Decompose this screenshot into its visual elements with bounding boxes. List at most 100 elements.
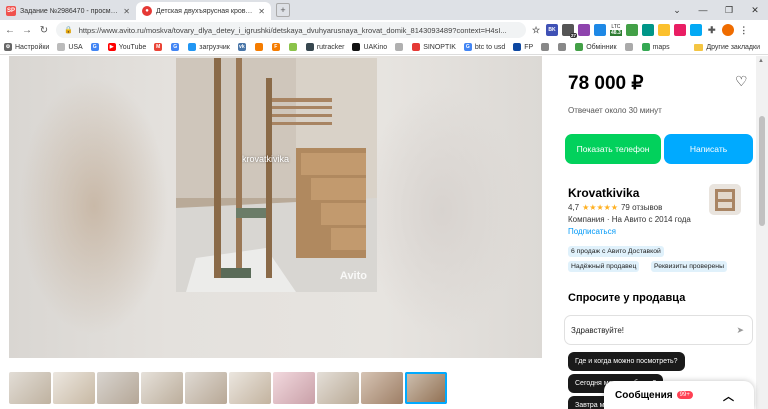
bookmark-rutracker[interactable]: rutracker: [305, 43, 344, 51]
profile-avatar-icon[interactable]: [721, 24, 734, 36]
google-icon: G: [90, 43, 99, 51]
photo-gallery[interactable]: krovatkivika Avito: [9, 56, 542, 358]
tab-task[interactable]: SP Задание №2986470 - просмотр з ✕: [0, 2, 136, 20]
bk-ext-icon[interactable]: BK: [546, 24, 558, 36]
browser-toolbar: ← → ↻ 🔒 https://www.avito.ru/moskva/tova…: [0, 20, 768, 40]
avito-watermark: Avito: [339, 270, 367, 282]
bookmark-maps[interactable]: maps: [641, 43, 670, 51]
ext-icon-8[interactable]: [673, 24, 686, 36]
bookmark-orange[interactable]: [254, 43, 266, 51]
bookmark-btc[interactable]: Gbtc to usd: [463, 43, 505, 51]
forward-icon[interactable]: →: [20, 23, 34, 37]
bookmark-gmail[interactable]: M: [154, 43, 165, 51]
send-arrow-icon[interactable]: ➤: [736, 325, 744, 336]
bookmark-vk[interactable]: vk: [237, 43, 249, 51]
bookmark-uakino[interactable]: UAKino: [352, 43, 387, 51]
subscribe-link[interactable]: Подписаться: [568, 227, 616, 236]
bookmark-settings[interactable]: ⚙ Настройки: [4, 43, 49, 51]
ask-input-text: Здравствуйте!: [571, 325, 625, 335]
thumbnail[interactable]: [273, 372, 315, 404]
reviews-count: 79 отзывов: [620, 203, 663, 212]
bookmark-grey[interactable]: [395, 43, 406, 51]
tab-close-icon[interactable]: ✕: [123, 7, 130, 16]
bookmark-sinoptik[interactable]: SINOPTIK: [412, 43, 456, 51]
seller-company: Компания · На Авито с 2014 года: [568, 215, 691, 224]
scroll-up-icon[interactable]: ▲: [758, 58, 764, 64]
thumbnail-selected[interactable]: [405, 372, 447, 404]
seller-avatar[interactable]: [709, 184, 741, 215]
bookmark-f[interactable]: F: [271, 43, 283, 51]
thumbnail[interactable]: [53, 372, 95, 404]
maximize-icon[interactable]: ❐: [716, 0, 742, 20]
ext-icon-9[interactable]: [689, 24, 702, 36]
bookmark-downloader[interactable]: загрузчик: [188, 43, 230, 51]
page-icon: [624, 43, 633, 51]
chevron-up-icon[interactable]: ︿: [723, 388, 734, 404]
reply-time: Отвечает около 30 минут: [568, 106, 662, 115]
verified-details-badge: Реквизиты проверены: [651, 261, 727, 272]
tab-search-icon[interactable]: ⌄: [664, 0, 690, 20]
exchange-icon: [575, 43, 584, 51]
tab-avito[interactable]: ● Детская двухъярусная кровать д ✕: [136, 2, 271, 20]
ext-icon-7[interactable]: [657, 24, 670, 36]
thumbnail[interactable]: [229, 372, 271, 404]
folder-icon: [57, 43, 66, 51]
avatar-image: [709, 184, 741, 215]
write-button[interactable]: Написать: [664, 134, 753, 164]
thumbnail[interactable]: [97, 372, 139, 404]
bookmark-usa[interactable]: USA: [57, 43, 83, 51]
tab-close-icon[interactable]: ✕: [258, 7, 265, 16]
bookmark-page-3[interactable]: [624, 43, 636, 51]
ext-icon-3[interactable]: [578, 24, 590, 36]
bookmark-youtube[interactable]: ▶ YouTube: [107, 43, 146, 51]
seller-name[interactable]: Krovatkivika: [568, 186, 639, 200]
ext-icon-6[interactable]: [641, 24, 654, 36]
ask-seller-input[interactable]: Здравствуйте! ➤: [564, 315, 753, 345]
seller-rating[interactable]: 4,7 ★★★★★ 79 отзывов: [568, 203, 662, 212]
page-scrollbar[interactable]: ▲: [756, 56, 768, 409]
bookmark-star-icon[interactable]: ☆: [530, 24, 542, 36]
bookmark-page-2[interactable]: [558, 43, 569, 51]
page-icon: [541, 43, 550, 51]
ext-icon-5[interactable]: [625, 24, 638, 36]
new-tab-button[interactable]: +: [276, 3, 290, 17]
thumbnail[interactable]: [9, 372, 51, 404]
bookmark-google[interactable]: G: [90, 43, 102, 51]
bookmark-exchanger[interactable]: Обмінник: [575, 43, 617, 51]
ext-icon-4[interactable]: [594, 24, 606, 36]
reliable-seller-badge: Надёжный продавец: [568, 261, 640, 272]
messages-label: Сообщения: [615, 389, 673, 401]
page-icon: [395, 43, 404, 51]
minimize-icon[interactable]: —: [690, 0, 716, 20]
puzzle-icon[interactable]: ✚: [706, 24, 718, 36]
thumbnail[interactable]: [185, 372, 227, 404]
show-phone-button[interactable]: Показать телефон: [565, 134, 661, 164]
thumbnail[interactable]: [141, 372, 183, 404]
counter-ext-icon[interactable]: 27: [562, 24, 577, 38]
thumbnail[interactable]: [361, 372, 403, 404]
folder-icon: [694, 44, 704, 51]
bookmark-green[interactable]: [288, 43, 300, 51]
reload-icon[interactable]: ↻: [37, 23, 51, 37]
thumbnail[interactable]: [317, 372, 359, 404]
gallery-blur-right: [362, 86, 522, 336]
close-window-icon[interactable]: ✕: [742, 0, 768, 20]
menu-dots-icon[interactable]: ⋮: [738, 24, 750, 36]
back-icon[interactable]: ←: [3, 23, 17, 37]
vk-icon: vk: [237, 43, 246, 51]
address-bar[interactable]: 🔒 https://www.avito.ru/moskva/tovary_dly…: [56, 22, 526, 38]
scrollbar-thumb[interactable]: [759, 116, 765, 226]
orange-site-icon: [254, 43, 263, 51]
question-when-view[interactable]: Где и когда можно посмотреть?: [568, 352, 685, 371]
bookmark-page-1[interactable]: [541, 43, 552, 51]
google-icon: G: [463, 43, 472, 51]
ltc-ticker[interactable]: LTC 48.3: [610, 24, 622, 36]
sp-favicon-icon: SP: [6, 6, 16, 16]
bookmark-fp[interactable]: FP: [513, 43, 533, 51]
bookmark-google-2[interactable]: G: [171, 43, 182, 51]
favorite-heart-icon[interactable]: ♡: [735, 73, 748, 90]
messages-widget[interactable]: Сообщения 99+ ︿: [604, 381, 754, 409]
other-bookmarks[interactable]: Другие закладки: [694, 40, 760, 54]
youtube-icon: ▶: [107, 43, 116, 51]
main-photo[interactable]: krovatkivika Avito: [176, 58, 377, 292]
